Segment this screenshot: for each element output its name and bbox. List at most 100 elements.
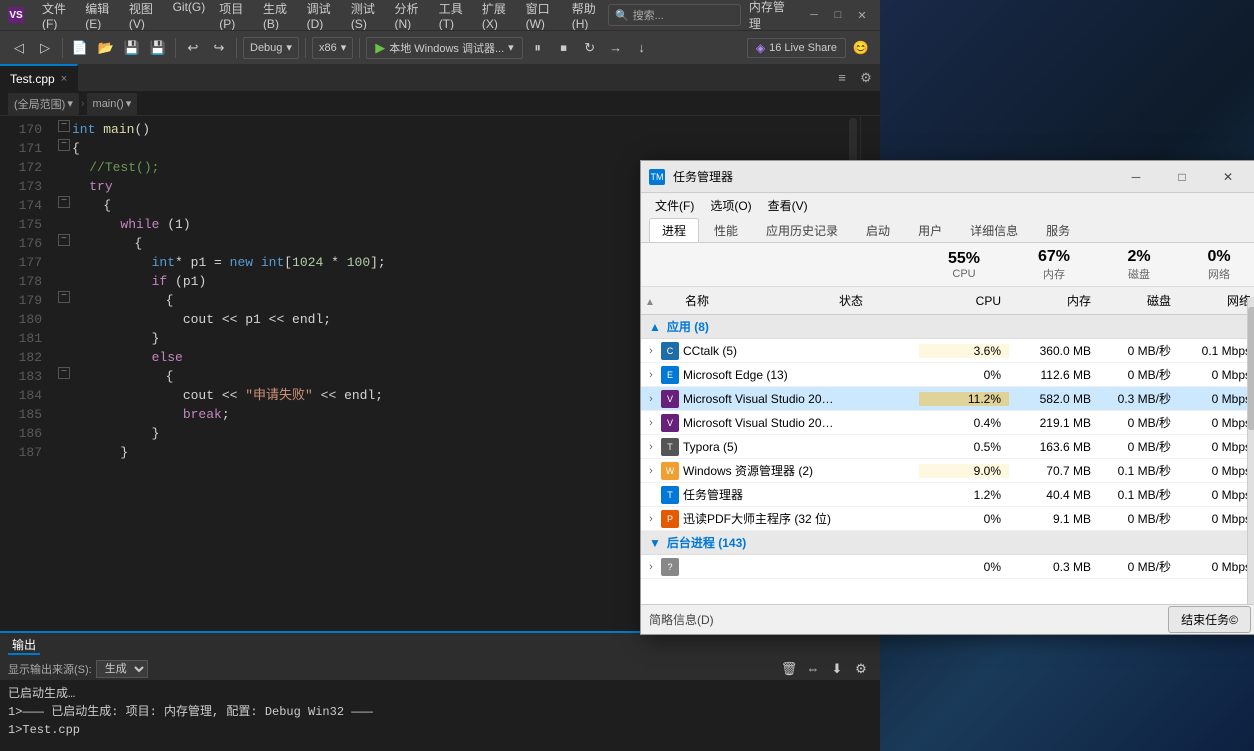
tm-background-section[interactable]: ▼ 后台进程 (143) <box>641 531 1254 555</box>
menu-project[interactable]: 项目(P) <box>213 0 255 33</box>
menu-test[interactable]: 测试(S) <box>345 0 387 33</box>
tm-apps-section[interactable]: ▲ 应用 (8) <box>641 315 1254 339</box>
tm-col-status[interactable]: 状态 <box>839 292 919 309</box>
toolbar-redo[interactable]: ↪ <box>208 37 230 59</box>
toolbar-save-all[interactable]: 💾 <box>147 37 169 59</box>
breadcrumb-scope[interactable]: (全局范围) ▾ <box>8 93 79 115</box>
maximize-button[interactable]: □ <box>828 5 848 25</box>
run-button[interactable]: ▶ 本地 Windows 调试器... ▾ <box>366 37 522 59</box>
toolbar-open[interactable]: 📂 <box>95 37 117 59</box>
menu-help[interactable]: 帮助(H) <box>566 0 608 33</box>
table-row[interactable]: › W Windows 资源管理器 (2) 9.0% 70.7 MB 0.1 M… <box>641 459 1254 483</box>
tm-menu-view[interactable]: 查看(V) <box>762 195 814 216</box>
tm-maximize-button[interactable]: □ <box>1159 161 1205 193</box>
menu-git[interactable]: Git(G) <box>167 0 212 33</box>
tm-tabs: 进程 性能 应用历史记录 启动 用户 详细信息 服务 <box>641 217 1254 243</box>
menu-edit[interactable]: 编辑(E) <box>79 0 121 33</box>
tm-tab-startup[interactable]: 启动 <box>853 218 903 242</box>
collapse-icon-2[interactable]: − <box>58 139 70 151</box>
toolbar-back[interactable]: ◁ <box>8 37 30 59</box>
tm-close-button[interactable]: ✕ <box>1205 161 1251 193</box>
table-row[interactable]: T 任务管理器 1.2% 40.4 MB 0.1 MB/秒 0 Mbps <box>641 483 1254 507</box>
tm-summary[interactable]: 简略信息(D) <box>649 611 714 628</box>
tm-col-disk[interactable]: 磁盘 <box>1099 292 1179 309</box>
toolbar-step-over[interactable]: → <box>605 37 627 59</box>
menu-build[interactable]: 生成(B) <box>257 0 299 33</box>
tm-col-net[interactable]: 网络 <box>1179 292 1254 309</box>
menu-file[interactable]: 文件(F) <box>36 0 77 33</box>
row-expand-icon[interactable]: › <box>641 561 661 573</box>
tab-action-gear[interactable]: ⚙ <box>856 68 876 88</box>
tm-col-name[interactable]: 名称 <box>661 292 839 309</box>
output-wrap-button[interactable]: ⇔ <box>802 658 824 680</box>
tm-menu-options[interactable]: 选项(O) <box>704 195 757 216</box>
menu-window[interactable]: 窗口(W) <box>520 0 564 33</box>
tm-tab-services[interactable]: 服务 <box>1033 218 1083 242</box>
toolbar-attach[interactable]: ⏸ <box>527 37 549 59</box>
collapse-icon-6[interactable]: − <box>58 367 70 379</box>
row-expand-icon[interactable]: › <box>641 369 661 381</box>
table-row[interactable]: › C CCtalk (5) 3.6% 360.0 MB 0 MB/秒 0.1 … <box>641 339 1254 363</box>
tm-memory-usage: 67% 内存 <box>1009 243 1099 286</box>
tm-end-task-button[interactable]: 结束任务© <box>1168 606 1251 633</box>
platform-dropdown[interactable]: x86 ▾ <box>312 37 353 59</box>
output-scroll-button[interactable]: ⬇ <box>826 658 848 680</box>
toolbar-undo[interactable]: ↩ <box>182 37 204 59</box>
row-expand-icon[interactable]: › <box>641 465 661 477</box>
toolbar-feedback[interactable]: 😊 <box>850 37 872 59</box>
menu-debug[interactable]: 调试(D) <box>301 0 343 33</box>
collapse-icon-5[interactable]: − <box>58 291 70 303</box>
tm-col-mem[interactable]: 内存 <box>1009 292 1099 309</box>
tab-action-chevron[interactable]: ≡ <box>832 68 852 88</box>
row-expand-icon[interactable]: › <box>641 417 661 429</box>
tm-col-cpu[interactable]: CPU <box>919 294 1009 308</box>
table-row[interactable]: › ? 0% 0.3 MB 0 MB/秒 0 Mbps <box>641 555 1254 579</box>
row-expand-icon[interactable]: › <box>641 441 661 453</box>
live-share-button[interactable]: ◈ 16 Live Share <box>747 38 846 58</box>
tm-minimize-button[interactable]: ─ <box>1113 161 1159 193</box>
output-source-select[interactable]: 生成 <box>96 660 148 678</box>
collapse-icon-4[interactable]: − <box>58 234 70 246</box>
table-row[interactable]: › V Microsoft Visual Studio 2019... 0.4%… <box>641 411 1254 435</box>
menu-view[interactable]: 视图(V) <box>123 0 165 33</box>
tm-tab-details[interactable]: 详细信息 <box>957 218 1031 242</box>
live-share-icon: ◈ <box>756 41 765 55</box>
collapse-icon[interactable]: − <box>58 120 70 132</box>
close-button[interactable]: ✕ <box>852 5 872 25</box>
table-row[interactable]: › P 迅读PDF大师主程序 (32 位) 0% 9.1 MB 0 MB/秒 0… <box>641 507 1254 531</box>
table-row[interactable]: › V Microsoft Visual Studio 2019... 11.2… <box>641 387 1254 411</box>
tab-close-icon[interactable]: × <box>61 73 67 85</box>
table-row[interactable]: › E Microsoft Edge (13) 0% 112.6 MB 0 MB… <box>641 363 1254 387</box>
debug-config-dropdown[interactable]: Debug ▾ <box>243 37 299 59</box>
tm-list-scrollbar-thumb[interactable] <box>1248 315 1254 430</box>
toolbar-forward[interactable]: ▷ <box>34 37 56 59</box>
menu-extensions[interactable]: 扩展(X) <box>476 0 518 33</box>
toolbar-stop[interactable]: ⏹ <box>553 37 575 59</box>
breadcrumb-function[interactable]: main() ▾ <box>87 93 138 115</box>
toolbar-new[interactable]: 📄 <box>69 37 91 59</box>
minimize-button[interactable]: ─ <box>804 5 824 25</box>
menu-tools[interactable]: 工具(T) <box>433 0 474 33</box>
toolbar-save[interactable]: 💾 <box>121 37 143 59</box>
menu-analyze[interactable]: 分析(N) <box>389 0 431 33</box>
row-name: Typora (5) <box>683 440 839 454</box>
vs-search-box[interactable]: 🔍 搜索... <box>608 4 741 26</box>
tm-list-scrollbar[interactable] <box>1247 315 1254 604</box>
tm-tab-users[interactable]: 用户 <box>905 218 955 242</box>
tm-tab-performance[interactable]: 性能 <box>701 218 751 242</box>
tm-menu-file[interactable]: 文件(F) <box>649 195 700 216</box>
toolbar-step-into[interactable]: ↓ <box>631 37 653 59</box>
tm-col-headers: ▲ 名称 状态 CPU 内存 磁盘 网络 <box>641 287 1254 315</box>
tab-test-cpp[interactable]: Test.cpp × <box>0 64 78 91</box>
row-expand-icon[interactable]: › <box>641 513 661 525</box>
toolbar-restart[interactable]: ↻ <box>579 37 601 59</box>
output-settings-button[interactable]: ⚙ <box>850 658 872 680</box>
row-expand-icon[interactable]: › <box>641 345 661 357</box>
row-expand-icon[interactable]: › <box>641 393 661 405</box>
output-tab[interactable]: 输出 <box>8 636 40 655</box>
output-clear-button[interactable]: 🗑 <box>778 658 800 680</box>
collapse-icon-3[interactable]: − <box>58 196 70 208</box>
table-row[interactable]: › T Typora (5) 0.5% 163.6 MB 0 MB/秒 0 Mb… <box>641 435 1254 459</box>
tm-tab-history[interactable]: 应用历史记录 <box>753 218 851 242</box>
tm-tab-processes[interactable]: 进程 <box>649 218 699 242</box>
